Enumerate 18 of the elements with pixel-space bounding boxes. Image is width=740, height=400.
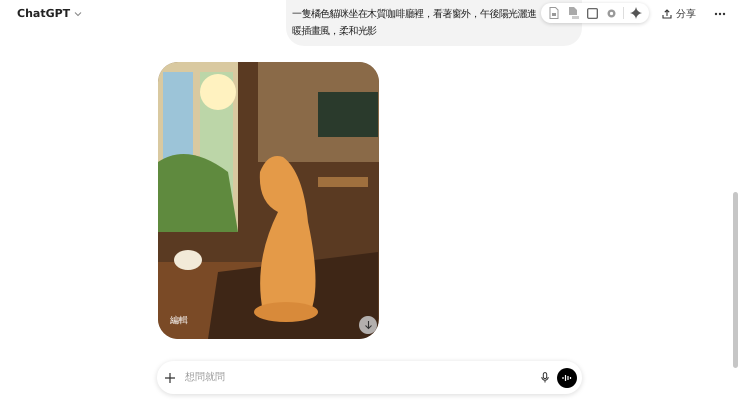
download-icon: [364, 320, 372, 330]
model-selector[interactable]: ChatGPT: [17, 6, 82, 22]
voice-mode-button[interactable]: [557, 368, 577, 388]
more-options-icon[interactable]: [714, 12, 726, 16]
word-document-icon[interactable]: [547, 5, 561, 21]
message-text: 一隻橘色貓咪坐在木質咖啡廳裡，看著窗外，午後陽光灑進: [292, 8, 536, 22]
share-button[interactable]: 分享: [660, 6, 698, 22]
microphone-icon[interactable]: [541, 372, 549, 383]
message-input-field[interactable]: 想問就問: [183, 369, 533, 386]
waveform-icon: [562, 374, 572, 382]
share-icon: [662, 9, 672, 19]
sparkle-icon[interactable]: [629, 5, 643, 21]
scrollbar[interactable]: [733, 192, 738, 368]
message-text: 暖插畫風，柔和光影: [292, 24, 377, 39]
chevron-icon: [74, 11, 82, 17]
plus-icon[interactable]: [165, 372, 175, 382]
edit-button[interactable]: 編輯: [170, 314, 188, 328]
square-icon[interactable]: [585, 5, 599, 21]
